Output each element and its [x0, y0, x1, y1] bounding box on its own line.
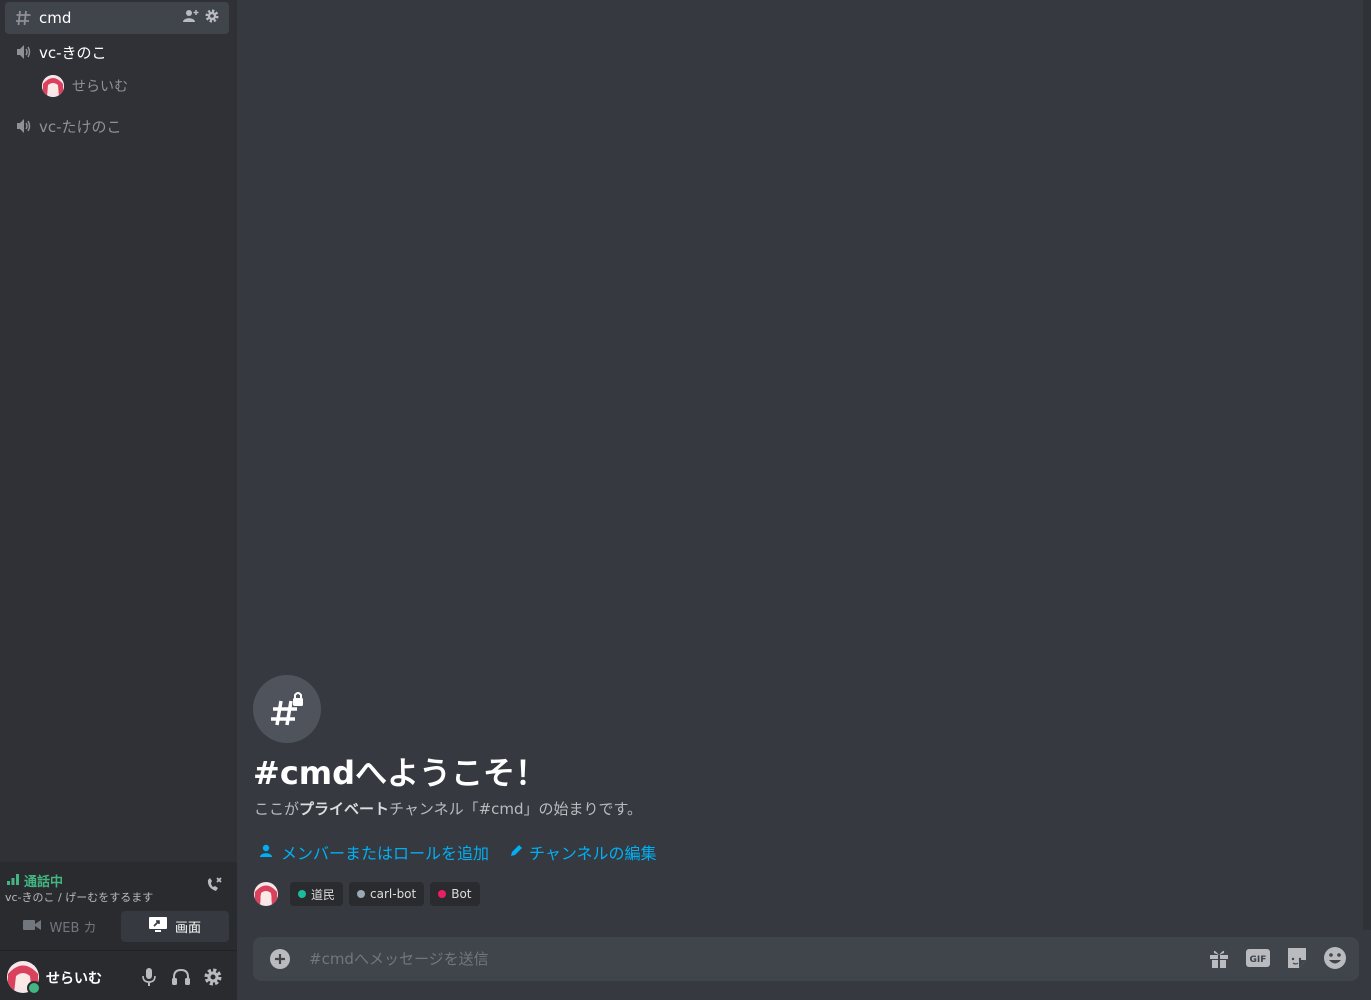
role-pill[interactable]: carl-bot	[349, 882, 425, 906]
speaker-icon	[15, 43, 33, 61]
scrollbar[interactable]	[1363, 0, 1371, 930]
channel-item-vc-kinoko[interactable]: vc-きのこ	[5, 36, 229, 68]
channel-item-cmd[interactable]: cmd	[5, 2, 229, 34]
welcome-title: #cmdへようこそ！	[253, 754, 548, 792]
welcome-sub-suffix: チャンネル「#cmd」の始まりです。	[389, 800, 643, 818]
screen-share-label: 画面	[174, 921, 201, 936]
online-status-dot	[27, 981, 41, 995]
voice-user[interactable]: せらいむ	[42, 72, 128, 100]
message-composer[interactable]: #cmdへメッセージを送信 GIF	[253, 937, 1359, 981]
welcome-sub-bold: プライベート	[299, 800, 390, 818]
voice-connection-panel: 通話中 vc-きのこ / げーむをするます WEB カ 画面	[0, 862, 237, 951]
role-name: 道民	[311, 887, 336, 902]
role-pill[interactable]: Bot	[430, 882, 480, 906]
hash-lock-icon	[253, 675, 321, 743]
channel-label: vc-きのこ	[39, 43, 107, 62]
plus-circle-icon[interactable]	[269, 948, 291, 974]
voice-location[interactable]: vc-きのこ / げーむをするます	[5, 889, 153, 905]
role-name: carl-bot	[370, 887, 417, 901]
sticker-icon[interactable]	[1285, 946, 1309, 974]
role-color-dot	[298, 890, 306, 898]
channel-roles: 道民 carl-bot Bot	[254, 882, 480, 906]
edit-channel-label: チャンネルの編集	[529, 844, 657, 863]
channel-item-vc-takenoko[interactable]: vc-たけのこ	[5, 110, 229, 142]
channel-label: cmd	[39, 9, 72, 27]
chat-area: #cmdへようこそ！ ここがプライベートチャンネル「#cmd」の始まりです。 メ…	[237, 0, 1371, 1000]
add-members-label: メンバーまたはロールを追加	[281, 844, 490, 863]
add-member-icon	[259, 843, 275, 862]
voice-status[interactable]: 通話中	[6, 871, 63, 890]
avatar[interactable]	[254, 882, 278, 906]
gif-icon[interactable]: GIF	[1245, 947, 1271, 973]
gear-icon[interactable]	[205, 9, 219, 27]
voice-user-name: せらいむ	[72, 79, 128, 95]
gear-icon[interactable]	[203, 967, 223, 987]
voice-status-label: 通話中	[24, 875, 64, 890]
video-label: WEB カ	[49, 921, 97, 936]
channel-label: vc-たけのこ	[39, 117, 122, 136]
headphones-icon[interactable]	[171, 967, 191, 987]
channel-sidebar: cmd vc-きのこ せらいむ vc-たけのこ 通話中 vc-きのこ / げーむ…	[0, 0, 237, 1000]
role-color-dot	[438, 890, 447, 898]
disconnect-icon[interactable]	[205, 876, 223, 898]
svg-text:GIF: GIF	[1250, 955, 1267, 965]
speaker-icon	[15, 117, 33, 135]
video-button[interactable]: WEB カ	[5, 911, 115, 942]
emoji-icon[interactable]	[1323, 946, 1347, 974]
mic-icon[interactable]	[139, 967, 159, 987]
hash-icon	[15, 9, 33, 27]
welcome-subtitle: ここがプライベートチャンネル「#cmd」の始まりです。	[254, 798, 642, 819]
screen-share-icon	[148, 916, 167, 937]
screen-share-button[interactable]: 画面	[121, 911, 229, 942]
avatar[interactable]	[7, 961, 41, 995]
user-panel: せらいむ	[0, 951, 237, 1000]
gift-icon[interactable]	[1207, 946, 1231, 974]
pencil-icon	[509, 843, 523, 862]
role-name: Bot	[451, 887, 472, 901]
camera-icon	[23, 919, 42, 935]
role-color-dot	[357, 890, 366, 898]
add-members-link[interactable]: メンバーまたはロールを追加	[259, 840, 489, 864]
welcome-sub-prefix: ここが	[254, 800, 300, 818]
welcome-actions: メンバーまたはロールを追加 チャンネルの編集	[259, 840, 657, 864]
username: せらいむ	[46, 971, 102, 987]
role-pill[interactable]: 道民	[290, 882, 344, 906]
avatar	[42, 75, 64, 97]
message-input[interactable]: #cmdへメッセージを送信	[309, 948, 489, 969]
add-member-icon[interactable]	[183, 9, 199, 27]
edit-channel-link[interactable]: チャンネルの編集	[509, 840, 657, 864]
signal-icon	[6, 873, 20, 889]
